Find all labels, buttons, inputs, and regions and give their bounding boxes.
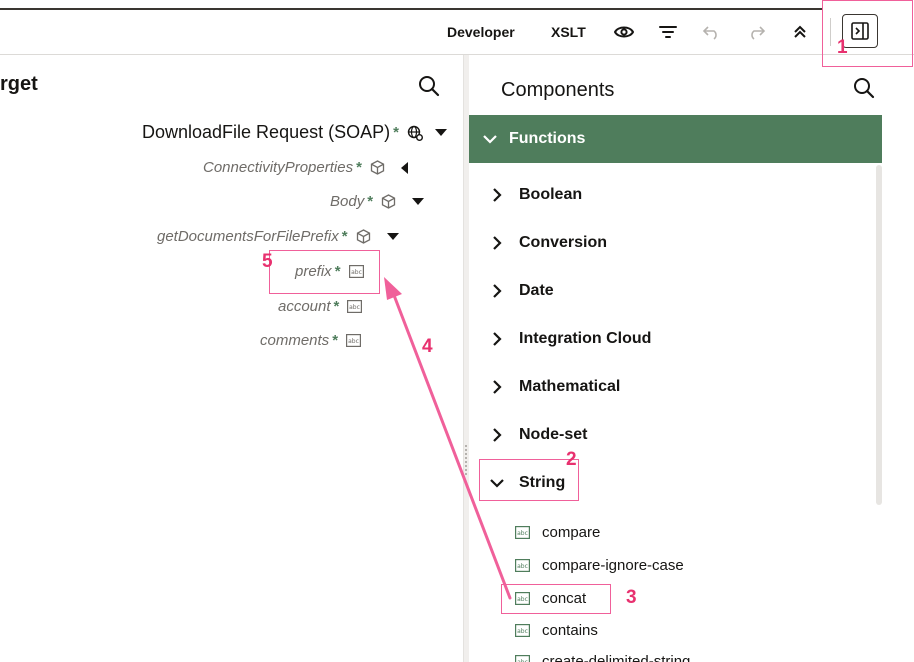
annotation-arrow	[384, 277, 512, 600]
